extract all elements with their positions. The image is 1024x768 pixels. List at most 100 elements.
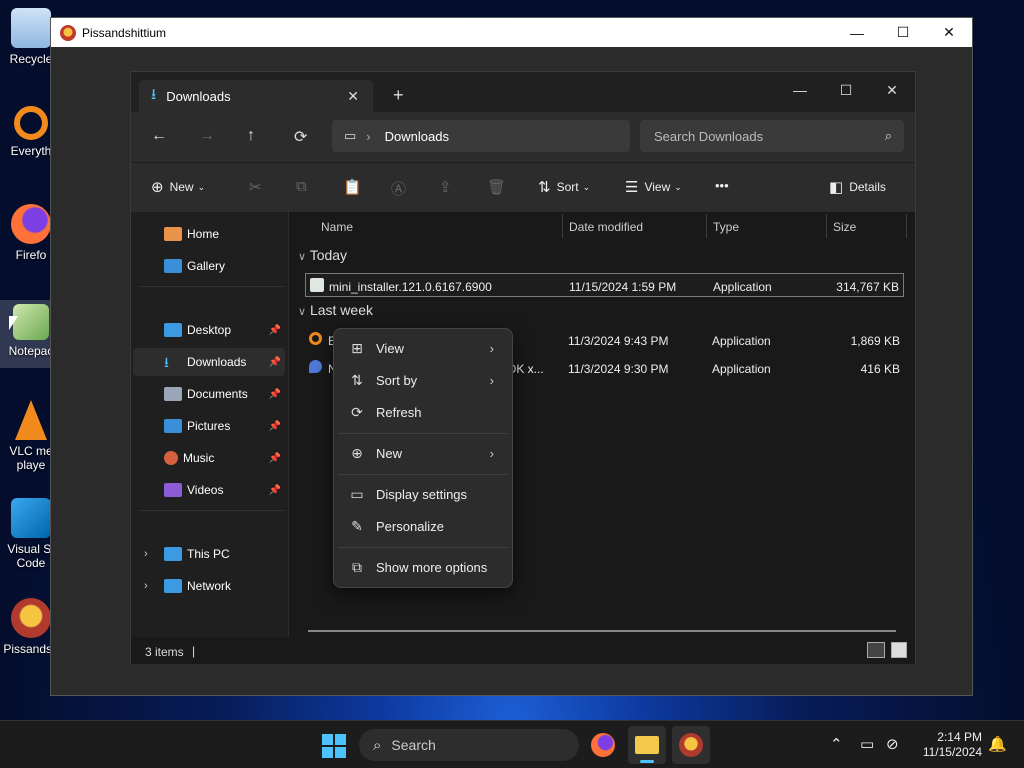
copy-icon[interactable]: ⧉ — [296, 178, 307, 195]
column-divider[interactable] — [826, 214, 827, 238]
volume-muted-icon[interactable]: ⊘ — [886, 735, 899, 753]
back-button[interactable]: ← — [151, 127, 167, 145]
sidebar-item-network[interactable]: › Network — [133, 572, 285, 600]
windows-logo-icon — [335, 734, 346, 745]
outer-maximize-button[interactable]: ☐ — [880, 18, 926, 47]
display-settings-icon: ▭ — [350, 485, 364, 502]
explorer-close-button[interactable]: ✕ — [869, 76, 915, 104]
outer-title-bar[interactable]: Pissandshittium — ☐ ✕ — [51, 18, 972, 47]
sort-icon: ⇅ — [538, 179, 551, 196]
search-input[interactable]: Search Downloads ⌕ — [640, 120, 904, 152]
taskbar-file-explorer[interactable] — [628, 726, 666, 764]
chevron-down-icon: ∨ — [298, 306, 307, 318]
explorer-nav-bar: ← → ↑ ⟳ ▭ › Downloads Search Downloads ⌕ — [131, 112, 915, 162]
tab-close-button[interactable]: ✕ — [347, 88, 359, 105]
taskbar-search-box[interactable]: ⌕ Search — [359, 729, 579, 761]
this-pc-icon — [164, 547, 182, 561]
home-icon — [164, 227, 182, 241]
sidebar-item-label: Videos — [187, 483, 224, 497]
menu-item-view[interactable]: ⊞ View › — [338, 333, 508, 363]
column-header-name[interactable]: Name — [321, 220, 353, 234]
pin-icon[interactable]: 📌 — [269, 357, 281, 368]
menu-item-show-more-options[interactable]: ⧉ Show more options — [338, 552, 508, 582]
taskbar-pissandshittium[interactable] — [672, 726, 710, 764]
group-header-today[interactable]: ∨ Today — [298, 247, 347, 263]
share-icon[interactable]: ⇪ — [439, 178, 452, 196]
mouse-cursor-icon — [9, 316, 18, 330]
clock-date: 11/15/2024 — [922, 745, 982, 759]
column-header-size[interactable]: Size — [833, 220, 856, 234]
menu-item-display-settings[interactable]: ▭ Display settings — [338, 479, 508, 509]
rename-icon[interactable]: Ⓐ — [391, 178, 406, 199]
file-type: Application — [712, 334, 771, 348]
sidebar-item-gallery[interactable]: Gallery — [133, 252, 285, 280]
pin-icon[interactable]: 📌 — [269, 453, 281, 464]
menu-item-new[interactable]: ⊕ New › — [338, 438, 508, 468]
column-divider[interactable] — [706, 214, 707, 238]
start-button[interactable] — [322, 734, 346, 758]
outer-minimize-button[interactable]: — — [834, 18, 880, 47]
outer-close-button[interactable]: ✕ — [926, 18, 972, 47]
large-icons-view-icon[interactable] — [891, 642, 907, 658]
forward-button[interactable]: → — [199, 127, 215, 145]
new-button[interactable]: ⊕ New ⌄ — [151, 178, 205, 196]
chevron-right-icon[interactable]: › — [144, 548, 148, 560]
horizontal-scrollbar[interactable] — [308, 630, 896, 632]
column-header-date[interactable]: Date modified — [569, 220, 643, 234]
more-options-button[interactable]: ••• — [715, 178, 729, 193]
breadcrumb-chevron[interactable]: › — [366, 129, 370, 144]
menu-item-personalize[interactable]: ✎ Personalize — [338, 511, 508, 541]
taskbar-firefox[interactable] — [584, 726, 622, 764]
status-divider: | — [192, 644, 196, 658]
breadcrumb-downloads[interactable]: Downloads — [385, 129, 449, 144]
chevron-down-icon: ⌄ — [197, 181, 206, 192]
sidebar-divider — [139, 286, 285, 287]
explorer-minimize-button[interactable]: — — [777, 76, 823, 104]
menu-item-refresh[interactable]: ⟳ Refresh — [338, 397, 508, 427]
pin-icon[interactable]: 📌 — [269, 485, 281, 496]
sidebar-item-label: Desktop — [187, 323, 232, 337]
view-button[interactable]: ☰ View ⌄ — [625, 178, 682, 196]
navigation-pane: Home Gallery Desktop 📌 ⭳ Downloads 📌 Doc… — [131, 212, 289, 637]
chevron-right-icon[interactable]: › — [144, 580, 148, 592]
network-status-icon[interactable]: ▭ — [860, 735, 874, 753]
pin-icon[interactable]: 📌 — [269, 421, 281, 432]
pin-icon[interactable]: 📌 — [269, 325, 281, 336]
menu-item-label: Personalize — [376, 518, 444, 534]
column-divider[interactable] — [562, 214, 563, 238]
file-type: Application — [712, 362, 771, 376]
system-clock[interactable]: 2:14 PM 11/15/2024 — [912, 730, 982, 760]
refresh-button[interactable]: ⟳ — [294, 127, 307, 147]
chevron-up-icon[interactable]: ⌃ — [830, 735, 843, 753]
group-header-last-week[interactable]: ∨ Last week — [298, 302, 373, 318]
item-count: 3 items — [145, 645, 184, 659]
show-more-options-icon: ⧉ — [352, 558, 362, 575]
pin-icon[interactable]: 📌 — [269, 389, 281, 400]
clock-time: 2:14 PM — [937, 730, 982, 744]
explorer-maximize-button[interactable]: ☐ — [823, 76, 869, 104]
column-header-type[interactable]: Type — [713, 220, 739, 234]
sidebar-item-music[interactable]: Music 📌 — [133, 444, 285, 472]
sidebar-item-documents[interactable]: Documents 📌 — [133, 380, 285, 408]
sidebar-item-pictures[interactable]: Pictures 📌 — [133, 412, 285, 440]
paste-icon[interactable]: 📋 — [343, 178, 362, 196]
sidebar-item-this-pc[interactable]: › This PC — [133, 540, 285, 568]
sidebar-item-desktop[interactable]: Desktop 📌 — [133, 316, 285, 344]
column-divider[interactable] — [906, 214, 907, 238]
details-view-icon[interactable] — [867, 642, 885, 658]
cut-icon[interactable]: ✂ — [249, 178, 262, 196]
menu-item-sort-by[interactable]: ⇅ Sort by › — [338, 365, 508, 395]
up-button[interactable]: ↑ — [247, 127, 255, 145]
address-bar[interactable]: ▭ › Downloads — [332, 120, 630, 152]
details-pane-button[interactable]: ◧ Details — [829, 178, 886, 196]
tab-downloads[interactable]: ⭳ Downloads ✕ — [139, 80, 373, 112]
notification-bell-icon[interactable]: 🔔 — [988, 735, 1007, 753]
sidebar-item-videos[interactable]: Videos 📌 — [133, 476, 285, 504]
delete-icon[interactable]: 🗑 — [487, 178, 506, 196]
sidebar-item-downloads[interactable]: ⭳ Downloads 📌 — [133, 348, 285, 376]
new-tab-button[interactable]: + — [393, 85, 404, 106]
sidebar-item-home[interactable]: Home — [133, 220, 285, 248]
table-row[interactable]: mini_installer.121.0.6167.6900 11/15/202… — [305, 273, 904, 297]
search-placeholder: Search Downloads — [654, 128, 764, 144]
sort-button[interactable]: ⇅ Sort ⌄ — [538, 178, 590, 196]
